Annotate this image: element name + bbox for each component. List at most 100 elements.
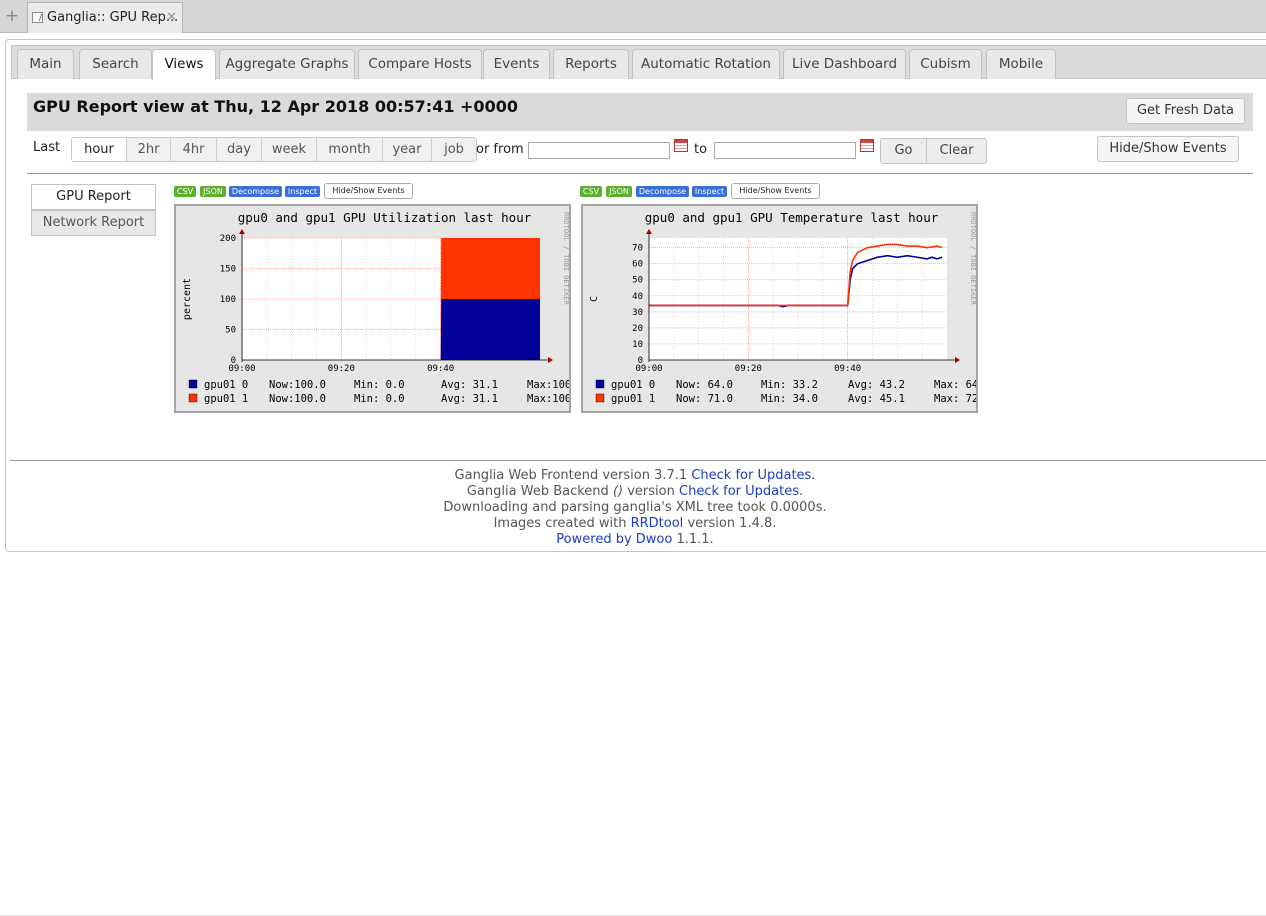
y-tick-label: 200 [220, 234, 236, 244]
legend-name: gpu01 1 [611, 393, 655, 405]
tab-automatic-rotation[interactable]: Automatic Rotation [632, 49, 780, 79]
tab-compare-hosts[interactable]: Compare Hosts [358, 49, 482, 79]
x-axis-arrow [548, 357, 553, 363]
main-navigation: Main Search Views Aggregate Graphs Compa… [11, 45, 1266, 80]
legend-name: gpu01 0 [611, 379, 655, 391]
x-tick-label: 09:40 [427, 364, 454, 374]
sidebar-item-gpu-report[interactable]: GPU Report [31, 184, 156, 210]
chart-watermark: RRDTOOL / TOBI OETIKER [562, 212, 569, 306]
y-axis-label: percent [182, 278, 193, 320]
legend-min: Min: 34.0 [761, 393, 818, 405]
legend-now: Now: 71.0 [676, 393, 733, 405]
dwoo-link[interactable]: Powered by Dwoo [556, 532, 672, 547]
tab-mobile[interactable]: Mobile [986, 49, 1056, 79]
y-tick-label: 30 [632, 308, 643, 318]
tab-views[interactable]: Views [152, 49, 216, 80]
chart-title: gpu0 and gpu1 GPU Utilization last hour [238, 210, 532, 225]
x-tick-label: 09:00 [228, 364, 255, 374]
or-from-label: or from [476, 142, 524, 157]
legend-now: Now: 64.0 [676, 379, 733, 391]
x-tick-label: 09:00 [635, 364, 662, 374]
range-hour[interactable]: hour [72, 138, 127, 161]
check-updates-link[interactable]: Check for Updates. [691, 468, 815, 483]
y-tick-label: 150 [220, 265, 236, 275]
go-button[interactable]: Go [881, 139, 927, 163]
footer-rrdtool: Images created with RRDtool version 1.4.… [493, 516, 777, 531]
inspect-button[interactable]: Inspect [285, 186, 320, 197]
gpu-utilization-graph[interactable]: gpu0 and gpu1 GPU Utilization last hour R… [174, 204, 571, 413]
y-tick-label: 50 [632, 276, 643, 286]
tab-main[interactable]: Main [17, 49, 74, 79]
range-week[interactable]: week [262, 138, 317, 161]
footer-parse-time: Downloading and parsing ganglia's XML tr… [443, 500, 827, 515]
tab-cubism[interactable]: Cubism [909, 49, 982, 79]
browser-tab-strip: + Ganglia:: GPU Rep... ✕ [0, 0, 1266, 33]
y-tick-label: 10 [632, 340, 643, 350]
from-calendar-icon[interactable] [674, 139, 688, 152]
get-fresh-data-button[interactable]: Get Fresh Data [1126, 98, 1245, 124]
legend-min: Min: 0.0 [354, 393, 405, 405]
x-tick-label: 09:40 [834, 364, 861, 374]
page-title: GPU Report view at Thu, 12 Apr 2018 00:5… [33, 97, 518, 116]
y-axis-label: C [589, 296, 600, 302]
rrdtool-link[interactable]: RRDtool [631, 516, 684, 531]
tab-events[interactable]: Events [483, 49, 550, 79]
graph-hide-show-events-button[interactable]: Hide/Show Events [731, 183, 820, 199]
legend-swatch [595, 379, 605, 389]
json-button[interactable]: JSON [606, 186, 632, 197]
y-tick-label: 40 [632, 292, 643, 302]
last-label: Last [33, 140, 61, 155]
x-tick-label: 09:20 [735, 364, 762, 374]
range-month[interactable]: month [317, 138, 383, 161]
page-favicon-icon [32, 12, 43, 23]
legend-swatch [595, 393, 605, 403]
to-calendar-icon[interactable] [860, 139, 874, 152]
x-tick-label: 09:20 [328, 364, 355, 374]
legend-max: Max:100 [527, 379, 569, 391]
y-tick-label: 60 [632, 260, 643, 270]
range-year[interactable]: year [383, 138, 432, 161]
check-updates-link[interactable]: Check for Updates. [679, 484, 803, 499]
legend-min: Min: 0.0 [354, 379, 405, 391]
legend-now: Now:100.0 [269, 379, 326, 391]
hide-show-events-button[interactable]: Hide/Show Events [1097, 136, 1239, 162]
range-4hr[interactable]: 4hr [171, 138, 217, 161]
sidebar-item-network-report[interactable]: Network Report [31, 210, 156, 236]
legend-name: gpu01 0 [204, 379, 248, 391]
legend-max: Max: 64 [934, 379, 976, 391]
graph-hide-show-events-button[interactable]: Hide/Show Events [324, 183, 413, 199]
footer-frontend-version: Ganglia Web Frontend version 3.7.1 Check… [454, 468, 816, 483]
close-tab-icon[interactable]: ✕ [166, 3, 177, 32]
range-day[interactable]: day [217, 138, 262, 161]
to-date-input[interactable] [714, 142, 856, 159]
browser-tab[interactable]: Ganglia:: GPU Rep... ✕ [27, 2, 183, 33]
tab-live-dashboard[interactable]: Live Dashboard [783, 49, 906, 79]
inspect-button[interactable]: Inspect [692, 186, 727, 197]
json-button[interactable]: JSON [200, 186, 226, 197]
decompose-button[interactable]: Decompose [636, 186, 689, 197]
decompose-button[interactable]: Decompose [229, 186, 282, 197]
tab-aggregate-graphs[interactable]: Aggregate Graphs [219, 49, 355, 79]
new-tab-button[interactable]: + [0, 4, 24, 28]
legend-max: Max:100 [527, 393, 569, 405]
view-header: GPU Report view at Thu, 12 Apr 2018 00:5… [27, 93, 1253, 131]
legend-max: Max: 72 [934, 393, 976, 405]
csv-button[interactable]: CSV [580, 186, 602, 197]
page-frame: Main Search Views Aggregate Graphs Compa… [5, 39, 1266, 552]
clear-button[interactable]: Clear [927, 139, 986, 163]
tab-search[interactable]: Search [79, 49, 152, 79]
chart-watermark: RRDTOOL / TOBI OETIKER [969, 212, 976, 306]
browser-tab-title: Ganglia:: GPU Rep... [47, 10, 179, 25]
csv-button[interactable]: CSV [174, 186, 196, 197]
range-2hr[interactable]: 2hr [127, 138, 171, 161]
gpu-temperature-graph[interactable]: gpu0 and gpu1 GPU Temperature last hour R… [581, 204, 978, 413]
range-job[interactable]: job [432, 138, 476, 161]
tab-reports[interactable]: Reports [553, 49, 629, 79]
y-axis-arrow [646, 229, 652, 234]
legend-avg: Avg: 31.1 [441, 393, 498, 405]
divider [27, 173, 1253, 174]
legend-avg: Avg: 31.1 [441, 379, 498, 391]
from-date-input[interactable] [528, 142, 670, 159]
x-axis-arrow [955, 357, 960, 363]
footer-divider [10, 460, 1266, 461]
